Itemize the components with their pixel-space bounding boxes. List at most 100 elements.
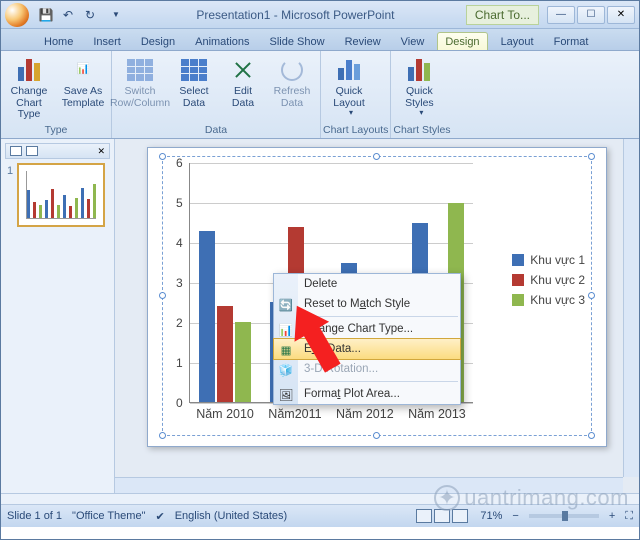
layout-gallery-icon [333,56,365,84]
slides-tab-icon[interactable] [10,146,22,156]
legend-swatch [512,294,524,306]
y-tick-label: 2 [176,316,183,330]
x-tick-label: Năm 2013 [408,407,466,421]
excel-icon: ▦ [278,342,294,358]
redo-icon[interactable]: ↻ [81,6,99,24]
slideshow-view-button[interactable] [452,509,468,523]
selection-handle[interactable] [588,292,595,299]
spellcheck-icon[interactable]: ✔ [155,510,164,523]
switch-icon [124,56,156,84]
legend-label: Khu vực 1 [530,253,585,267]
ribbon-group-type-label: Type [3,124,109,138]
status-theme: "Office Theme" [72,510,145,522]
styles-gallery-icon [403,56,435,84]
outline-tab-icon[interactable] [26,146,38,156]
legend-label: Khu vực 3 [530,293,585,307]
tab-chart-layout[interactable]: Layout [494,33,541,50]
ctx-3d-rotation: 🧊 3-D Rotation... [274,359,460,379]
select-data-icon [178,56,210,84]
thumbnails-header[interactable]: ✕ [5,143,110,159]
save-as-template-button[interactable]: 📊 Save As Template [57,54,109,123]
office-button[interactable] [5,3,29,27]
change-chart-type-button[interactable]: Change Chart Type [3,54,55,123]
gear-icon: ✦ [434,485,460,511]
selection-handle[interactable] [159,153,166,160]
tab-home[interactable]: Home [37,33,80,50]
x-tick-label: Năm 2010 [196,407,254,421]
tab-review[interactable]: Review [338,33,388,50]
watermark: ✦ uantrimang.com [434,485,629,511]
y-tick-label: 0 [176,396,183,410]
selection-handle[interactable] [373,153,380,160]
legend-entry[interactable]: Khu vực 2 [512,273,585,287]
slide-thumbnail-1[interactable]: 1 [17,163,105,227]
selection-handle[interactable] [373,432,380,439]
undo-icon[interactable]: ↶ [59,6,77,24]
zoom-out-button[interactable]: − [512,510,518,522]
ribbon-group-styles: Quick Styles▾ Chart Styles [391,51,452,138]
template-icon: 📊 [67,56,99,84]
refresh-data-button[interactable]: Refresh Data [266,54,318,111]
vertical-scrollbar[interactable] [623,139,639,477]
maximize-button[interactable]: ☐ [577,6,605,24]
slide-thumbnails-pane[interactable]: ✕ 1 [1,139,115,493]
edit-data-button[interactable]: Edit Data [222,54,264,111]
quick-styles-button[interactable]: Quick Styles▾ [393,54,445,120]
zoom-in-button[interactable]: + [609,510,615,522]
legend-entry[interactable]: Khu vực 1 [512,253,585,267]
y-tick-label: 1 [176,356,183,370]
tab-insert[interactable]: Insert [86,33,128,50]
tab-animations[interactable]: Animations [188,33,256,50]
ribbon-tabs: Home Insert Design Animations Slide Show… [1,29,639,51]
chart-bar[interactable] [199,231,215,402]
legend-label: Khu vực 2 [530,273,585,287]
chevron-down-icon: ▾ [419,109,423,118]
normal-view-button[interactable] [416,509,432,523]
ctx-format-plot-area[interactable]: 🖼 Format Plot Area... [274,384,460,404]
quick-layout-button[interactable]: Quick Layout▾ [323,54,375,120]
fit-to-window-button[interactable]: ⛶ [625,510,633,523]
context-menu: Delete 🔄 Reset to Match Style 📊 Change C… [273,273,461,405]
close-button[interactable]: ✕ [607,6,635,24]
title-bar: 💾 ↶ ↻ ▼ Presentation1 - Microsoft PowerP… [1,1,639,29]
y-tick-label: 4 [176,236,183,250]
tab-chart-format[interactable]: Format [547,33,596,50]
tab-slideshow[interactable]: Slide Show [263,33,332,50]
sorter-view-button[interactable] [434,509,450,523]
status-language[interactable]: English (United States) [175,510,288,522]
selection-handle[interactable] [588,432,595,439]
thumbnail-chart-preview [26,171,96,219]
chart-bar[interactable] [217,306,233,402]
chart-bar[interactable] [235,322,251,402]
ribbon-group-layouts: Quick Layout▾ Chart Layouts [321,51,391,138]
qat-dropdown-icon[interactable]: ▼ [107,6,125,24]
select-data-button[interactable]: Select Data [168,54,220,111]
chart-legend[interactable]: Khu vực 1 Khu vực 2 Khu vực 3 [512,247,585,313]
y-tick-label: 5 [176,196,183,210]
ctx-delete[interactable]: Delete [274,274,460,294]
zoom-slider[interactable] [529,514,599,518]
selection-handle[interactable] [159,432,166,439]
tab-view[interactable]: View [394,33,432,50]
ctx-separator [300,381,458,382]
quick-access-toolbar: 💾 ↶ ↻ ▼ [37,6,125,24]
selection-handle[interactable] [159,292,166,299]
ctx-edit-data[interactable]: ▦ Edit Data... [273,338,461,360]
close-pane-icon[interactable]: ✕ [97,146,105,157]
minimize-button[interactable]: — [547,6,575,24]
window-title: Presentation1 - Microsoft PowerPoint [125,8,466,22]
contextual-tab-label: Chart To... [466,5,539,25]
ribbon-group-layouts-label: Chart Layouts [323,124,388,138]
tab-chart-design[interactable]: Design [437,32,487,50]
tab-design[interactable]: Design [134,33,182,50]
x-tick-label: Năm2011 [268,407,321,421]
ctx-format-plot-label: Format Plot Area... [304,388,400,400]
legend-entry[interactable]: Khu vực 3 [512,293,585,307]
rotation-icon: 🧊 [278,362,294,378]
selection-handle[interactable] [588,153,595,160]
y-tick-label: 6 [176,156,183,170]
save-icon[interactable]: 💾 [37,6,55,24]
switch-row-column-button[interactable]: Switch Row/Column [114,54,166,111]
ribbon-group-type: Change Chart Type 📊 Save As Template Typ… [1,51,112,138]
zoom-percent[interactable]: 71% [480,510,502,522]
